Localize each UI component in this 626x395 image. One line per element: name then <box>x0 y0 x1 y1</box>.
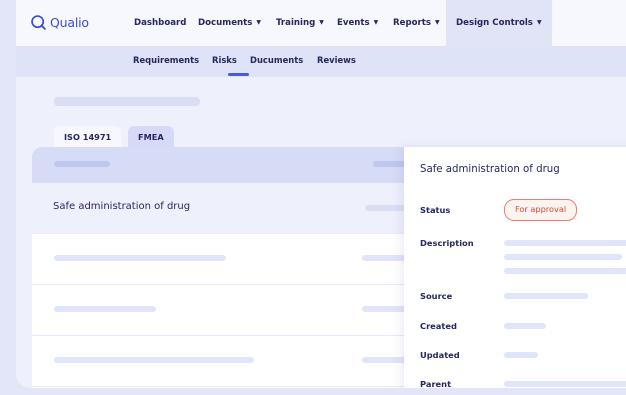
parent-label: Parent <box>420 379 452 388</box>
status-label: Status <box>420 205 451 215</box>
status-badge: For approval <box>504 199 578 221</box>
chevron-down-icon: ▼ <box>373 19 379 26</box>
nav-reports-label: Reports <box>393 18 431 28</box>
app-logo[interactable]: Qualio <box>30 14 89 31</box>
chevron-down-icon: ▼ <box>256 19 261 26</box>
parent-placeholder <box>504 381 626 387</box>
header-placeholder <box>54 161 110 167</box>
nav-documents[interactable]: Documents ▼ <box>198 0 261 46</box>
created-label: Created <box>420 321 457 331</box>
table-row[interactable] <box>32 336 452 387</box>
source-placeholder <box>504 293 588 299</box>
chevron-down-icon: ▼ <box>536 19 542 26</box>
active-tab-indicator <box>228 73 249 76</box>
risks-table: Safe administration of drug <box>32 147 452 388</box>
updated-placeholder <box>504 352 538 358</box>
nav-documents-label: Documents <box>198 18 253 28</box>
table-row[interactable] <box>32 234 452 285</box>
nav-design-controls-label: Design Controls <box>456 18 533 28</box>
sub-navigation: Requirements Risks Ducuments Reviews <box>16 46 626 77</box>
nav-reports[interactable]: Reports ▼ <box>393 0 440 46</box>
description-placeholder <box>504 240 626 246</box>
nav-dashboard-label: Dashboard <box>134 18 187 28</box>
top-navigation: Qualio Dashboard Documents ▼ Training ▼ Ev… <box>16 0 626 46</box>
nav-design-controls[interactable]: Design Controls ▼ <box>446 0 552 46</box>
nav-events[interactable]: Events ▼ <box>337 0 378 46</box>
app-window: Qualio Dashboard Documents ▼ Training ▼ Ev… <box>16 0 626 388</box>
chevron-down-icon: ▼ <box>434 19 440 26</box>
nav-dashboard[interactable]: Dashboard <box>134 0 186 46</box>
tab-fmea[interactable]: FMEA <box>128 126 174 148</box>
description-label: Description <box>420 238 474 248</box>
nav-training[interactable]: Training ▼ <box>276 0 324 46</box>
updated-label: Updated <box>420 350 460 360</box>
cell-placeholder <box>54 306 156 312</box>
app-name: Qualio <box>50 15 89 30</box>
table-row[interactable] <box>32 285 452 336</box>
cell-placeholder <box>54 255 226 261</box>
detail-title: Safe administration of drug <box>420 164 560 175</box>
nav-events-label: Events <box>337 18 370 28</box>
subnav-documents[interactable]: Ducuments <box>250 46 303 77</box>
chevron-down-icon: ▼ <box>319 19 324 26</box>
row-title: Safe administration of drug <box>53 201 191 212</box>
table-row-selected[interactable]: Safe administration of drug <box>32 183 452 234</box>
risk-detail-panel: Safe administration of drug Status For a… <box>404 147 626 388</box>
cell-placeholder <box>54 357 254 363</box>
logo-icon <box>31 15 46 30</box>
source-label: Source <box>420 291 453 301</box>
description-placeholder <box>504 254 622 260</box>
tab-iso-14971[interactable]: ISO 14971 <box>54 126 122 148</box>
page-title-placeholder <box>54 97 200 106</box>
created-placeholder <box>504 323 546 329</box>
description-placeholder <box>504 268 626 274</box>
nav-training-label: Training <box>276 18 316 28</box>
subnav-requirements[interactable]: Requirements <box>133 46 199 77</box>
subnav-reviews[interactable]: Reviews <box>317 46 356 77</box>
table-header <box>32 147 452 183</box>
